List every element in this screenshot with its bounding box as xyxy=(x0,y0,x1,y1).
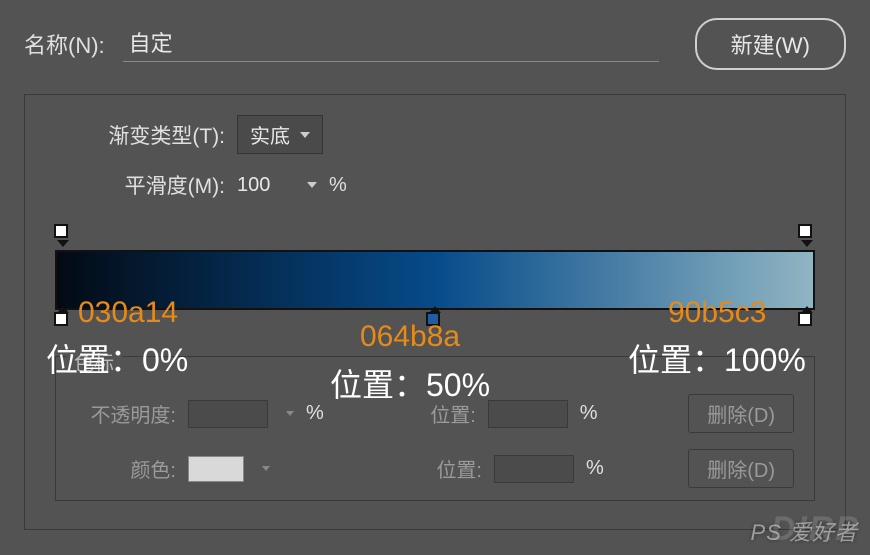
location-value[interactable] xyxy=(494,455,574,483)
gradient-type-select[interactable]: 实底 xyxy=(237,115,323,154)
opacity-label: 不透明度: xyxy=(76,399,176,428)
location-value[interactable] xyxy=(488,400,568,428)
watermark: PS 爱好者 xyxy=(751,515,858,547)
percent-symbol: % xyxy=(306,402,324,425)
name-input[interactable] xyxy=(123,27,659,62)
smoothness-input[interactable] xyxy=(237,174,295,197)
percent-symbol: % xyxy=(580,402,598,425)
location-label: 位置: xyxy=(382,454,482,483)
chevron-down-icon xyxy=(286,411,294,416)
location-label: 位置: xyxy=(376,399,476,428)
opacity-stop[interactable] xyxy=(54,224,72,242)
smoothness-label: 平滑度(M): xyxy=(85,170,225,200)
color-stop[interactable] xyxy=(798,312,816,330)
gradient-type-value: 实底 xyxy=(250,120,290,149)
color-swatch[interactable] xyxy=(188,456,244,482)
new-button[interactable]: 新建(W) xyxy=(695,18,846,70)
gradient-bar[interactable] xyxy=(55,250,815,310)
chevron-down-icon xyxy=(262,466,270,471)
stops-title: 色标 xyxy=(66,347,122,376)
gradient-editor xyxy=(55,224,815,344)
gradient-panel: 渐变类型(T): 实底 平滑度(M): % 色标 不透明度: % 位置: xyxy=(24,94,846,530)
delete-opacity-button[interactable]: 删除(D) xyxy=(688,394,794,433)
gradient-type-label: 渐变类型(T): xyxy=(85,120,225,150)
chevron-down-icon[interactable] xyxy=(307,182,317,188)
percent-symbol: % xyxy=(329,174,347,197)
opacity-value[interactable] xyxy=(188,400,268,428)
name-label: 名称(N): xyxy=(24,28,105,60)
chevron-down-icon xyxy=(300,132,310,138)
percent-symbol: % xyxy=(586,457,604,480)
color-label: 颜色: xyxy=(76,454,176,483)
stops-section: 色标 不透明度: % 位置: % 删除(D) 颜色: 位置: % 删除(D) xyxy=(55,356,815,501)
opacity-stop[interactable] xyxy=(798,224,816,242)
color-stop[interactable] xyxy=(54,312,72,330)
delete-color-button[interactable]: 删除(D) xyxy=(688,449,794,488)
color-stop[interactable] xyxy=(426,312,444,330)
